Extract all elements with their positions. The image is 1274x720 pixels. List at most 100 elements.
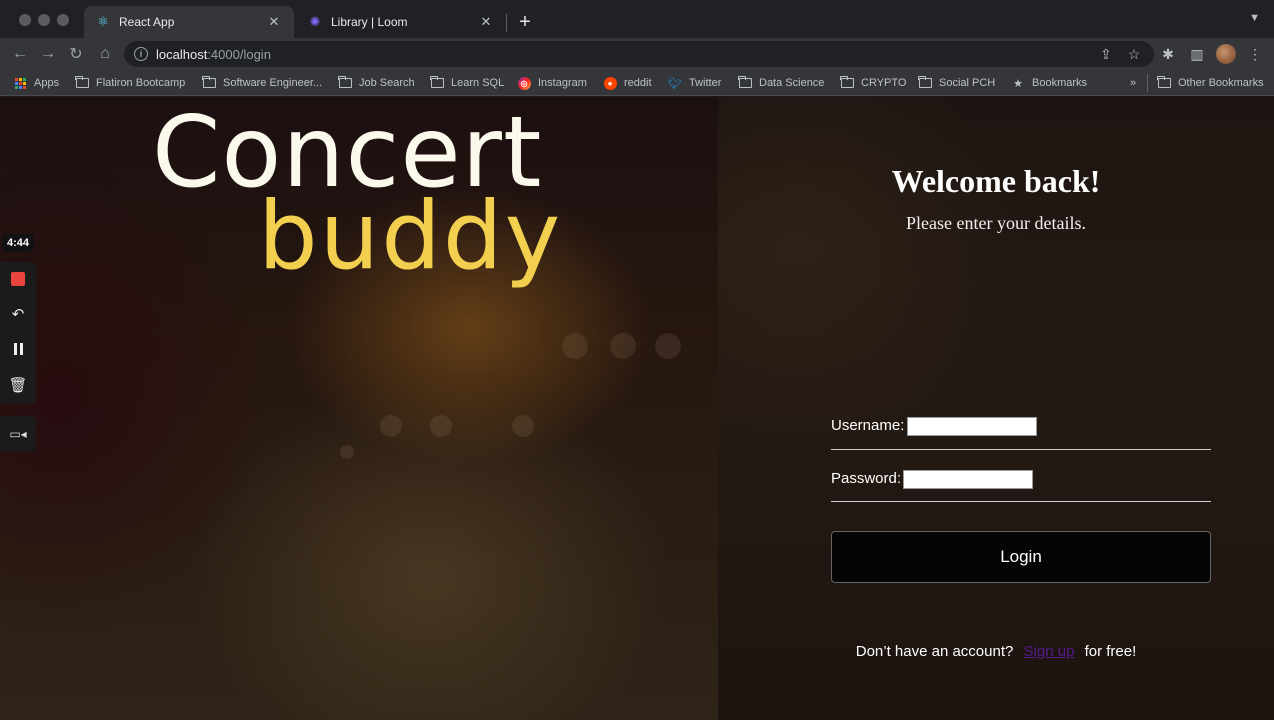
bookmark-twitter[interactable]: 🐦︎ Twitter [668,74,721,92]
bookmarks-divider [1147,74,1148,92]
delete-recording-button[interactable]: 🗑︎ [6,373,30,397]
bookmark-label: Other Bookmarks [1178,77,1264,89]
logo-buddy: buddy [258,182,563,291]
password-label: Password: [831,470,902,487]
signup-prompt: Don’t have an account? Sign up for free! [718,643,1274,660]
site-info-icon[interactable]: i [134,47,148,61]
bookmark-label: Bookmarks [1032,77,1088,89]
side-panel-icon[interactable]: ▥ [1187,44,1207,64]
bookmark-label: Data Science [759,77,825,89]
bookmark-label: Job Search [359,77,415,89]
forward-arrow-icon[interactable]: → [36,42,60,66]
url-host: localhost [156,46,208,62]
tab-library-loom[interactable]: ✺ Library | Loom ✕ [296,6,506,38]
folder-icon [1157,76,1171,89]
react-icon: ⚛ [97,14,109,29]
url-path: :4000/login [207,46,271,62]
username-divider [831,449,1211,450]
page-title: Welcome back! [891,163,1101,199]
camera-toggle-button[interactable]: ▭◂ [0,416,36,452]
folder-icon [75,76,89,89]
password-input[interactable] [903,470,1033,489]
stage-light [562,333,588,359]
window-zoom-dot[interactable] [57,14,69,26]
bookmark-label: Flatiron Bootcamp [96,77,186,89]
pause-icon [13,343,23,355]
stage-light [655,333,681,359]
profile-avatar[interactable] [1216,44,1236,64]
folder-icon [202,76,216,89]
bookmark-label: Apps [34,77,60,89]
bookmark-label: CRYPTO [861,77,907,89]
window-close-dot[interactable] [19,14,31,26]
bookmark-label: Learn SQL [451,77,505,89]
tab-title: Library | Loom [331,15,408,29]
trash-icon: 🗑︎ [8,377,28,394]
bookmarks-overflow-button[interactable]: » [1130,74,1136,92]
stop-recording-button[interactable] [6,267,30,291]
stage-light [512,415,534,437]
stage-light [380,415,402,437]
bookmarks-bar: Apps Flatiron Bootcamp Software Engineer… [0,70,1274,96]
apps-grid-icon [13,77,27,89]
signup-link[interactable]: Sign up [1024,643,1075,660]
pause-recording-button[interactable] [6,337,30,361]
close-icon[interactable]: ✕ [478,14,494,30]
undo-icon: ↶ [11,306,25,323]
new-tab-button[interactable]: + [513,10,537,34]
browser-toolbar: ← → ↻ ⌂ i localhost:4000/login ⇪ ☆ ✱ ▥ ⋮ [0,38,1274,70]
more-menu-icon[interactable]: ⋮ [1245,44,1265,64]
loom-icon: ✺ [309,14,321,29]
bookmark-other-bookmarks[interactable]: Other Bookmarks [1157,74,1264,92]
chevron-down-icon[interactable]: ▼ [1249,12,1260,24]
folder-icon [738,76,752,89]
tab-divider [506,14,507,32]
bookmark-label: reddit [624,77,652,89]
bookmark-software-engineer[interactable]: Software Engineer... [202,74,322,92]
bookmark-star-icon[interactable]: ☆ [1124,44,1144,64]
bookmark-label: Twitter [689,77,722,89]
bookmark-flatiron-bootcamp[interactable]: Flatiron Bootcamp [75,74,185,92]
folder-icon [338,76,352,89]
instagram-icon: ◎ [517,76,531,90]
page-subtitle: Please enter your details. [906,213,1086,233]
bookmark-reddit[interactable]: ● reddit [603,74,652,92]
bookmark-crypto[interactable]: CRYPTO [840,74,906,92]
bookmark-data-science[interactable]: Data Science [738,74,824,92]
home-icon[interactable]: ⌂ [93,42,117,66]
star-icon: ★ [1013,77,1023,90]
folder-icon [430,76,444,89]
bookmark-instagram[interactable]: ◎ Instagram [517,74,587,92]
username-label: Username: [831,417,905,434]
bookmark-label: Software Engineer... [223,77,323,89]
folder-icon [918,76,932,89]
extensions-icon[interactable]: ✱ [1158,44,1178,64]
login-button[interactable]: Login [831,531,1211,583]
tab-title: React App [119,15,175,29]
stage-light [340,445,354,459]
twitter-icon: 🐦︎ [668,77,682,90]
bookmark-apps[interactable]: Apps [13,74,59,92]
stage-light [610,333,636,359]
reload-icon[interactable]: ↻ [64,42,88,66]
tab-react-app[interactable]: ⚛ React App ✕ [84,6,294,38]
share-icon[interactable]: ⇪ [1096,44,1116,64]
bookmark-job-search[interactable]: Job Search [338,74,415,92]
restart-recording-button[interactable]: ↶ [6,302,30,326]
username-input[interactable] [907,417,1037,436]
double-chevron-icon: » [1130,77,1137,89]
stop-icon [11,272,25,286]
bookmark-bookmarks[interactable]: ★ Bookmarks [1011,74,1087,92]
loom-controls: ↶ 🗑︎ [0,262,36,404]
folder-icon [840,76,854,89]
signup-prefix: Don’t have an account? [855,643,1014,660]
stage-light [430,415,452,437]
browser-tab-bar: ⚛ React App ✕ ✺ Library | Loom ✕ + ▼ [0,0,1274,38]
address-bar[interactable]: i localhost:4000/login [124,41,1154,67]
bookmark-learn-sql[interactable]: Learn SQL [430,74,504,92]
bookmark-social-pch[interactable]: Social PCH [918,74,995,92]
back-arrow-icon[interactable]: ← [8,42,32,66]
close-icon[interactable]: ✕ [266,14,282,30]
recording-timer: 4:44 [2,234,34,252]
window-minimize-dot[interactable] [38,14,50,26]
